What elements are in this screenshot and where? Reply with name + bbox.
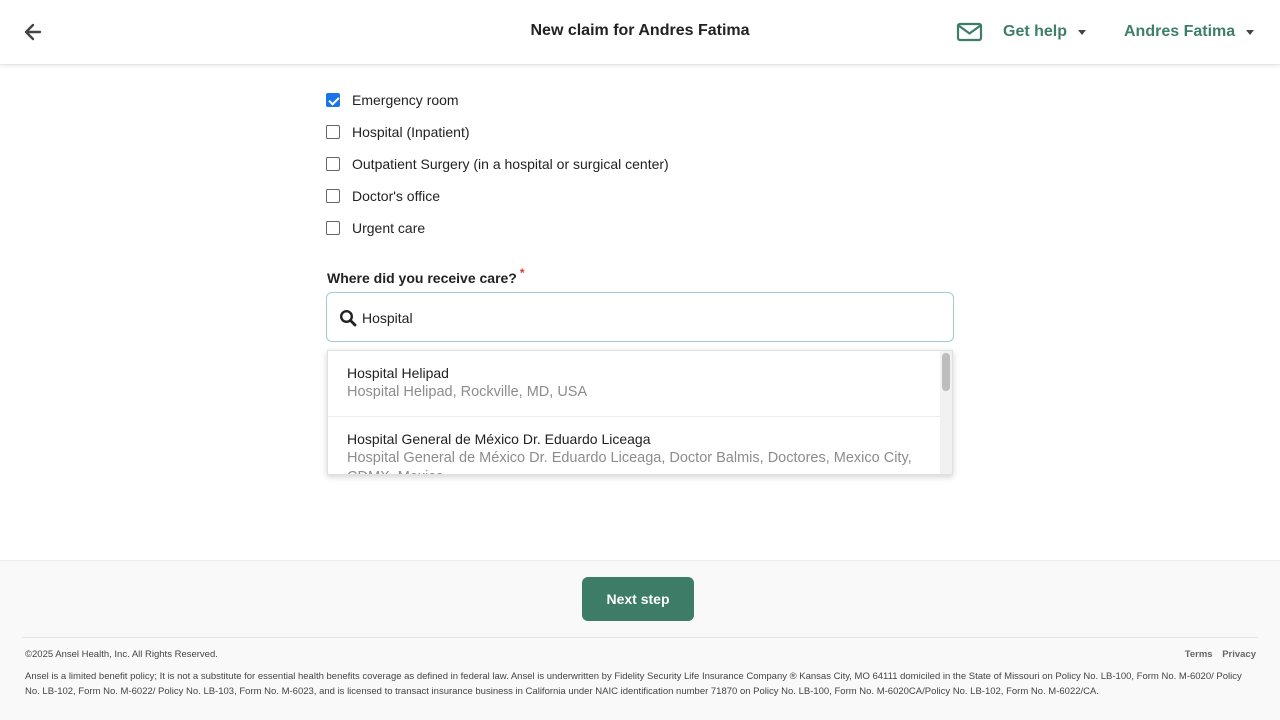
footer: Next step ©2025 Ansel Health, Inc. All R… bbox=[0, 560, 1280, 720]
footer-links: Terms Privacy bbox=[1178, 649, 1256, 660]
page-title: New claim for Andres Fatima bbox=[530, 22, 750, 39]
suggestion-item[interactable]: Hospital Helipad Hospital Helipad, Rockv… bbox=[328, 363, 942, 402]
care-type-hospital-inpatient[interactable]: Hospital (Inpatient) bbox=[326, 116, 669, 148]
location-suggestions-dropdown: Hospital Helipad Hospital Helipad, Rockv… bbox=[327, 350, 953, 475]
suggestion-name: Hospital General de México Dr. Eduardo L… bbox=[347, 431, 651, 447]
checkbox[interactable] bbox=[326, 221, 340, 235]
suggestion-name: Hospital Helipad bbox=[347, 365, 449, 381]
care-type-emergency-room[interactable]: Emergency room bbox=[326, 84, 669, 116]
care-type-outpatient-surgery[interactable]: Outpatient Surgery (in a hospital or sur… bbox=[326, 148, 669, 180]
divider bbox=[328, 416, 942, 417]
copyright-text: ©2025 Ansel Health, Inc. All Rights Rese… bbox=[25, 649, 218, 660]
location-search-input[interactable] bbox=[362, 305, 942, 331]
divider bbox=[22, 637, 1258, 638]
care-type-doctors-office[interactable]: Doctor's office bbox=[326, 180, 669, 212]
privacy-link[interactable]: Privacy bbox=[1222, 649, 1256, 660]
checkbox-label: Doctor's office bbox=[352, 188, 441, 204]
chevron-down-icon bbox=[1246, 29, 1255, 35]
next-step-button[interactable]: Next step bbox=[582, 577, 694, 621]
get-help-label: Get help bbox=[1003, 23, 1068, 40]
suggestion-address: Hospital Helipad, Rockville, MD, USA bbox=[347, 384, 588, 400]
scrollbar[interactable] bbox=[940, 351, 952, 474]
checkbox[interactable] bbox=[326, 189, 340, 203]
user-name: Andres Fatima bbox=[1124, 23, 1236, 40]
checkbox-label: Outpatient Surgery (in a hospital or sur… bbox=[352, 156, 669, 172]
suggestion-item[interactable]: Hospital General de México Dr. Eduardo L… bbox=[328, 429, 942, 474]
location-search-box[interactable] bbox=[326, 292, 954, 342]
suggestion-address: Hospital General de México Dr. Eduardo L… bbox=[347, 450, 912, 474]
care-type-list: Emergency room Hospital (Inpatient) Outp… bbox=[326, 84, 669, 244]
checkbox[interactable] bbox=[326, 125, 340, 139]
terms-link[interactable]: Terms bbox=[1185, 649, 1213, 660]
legal-disclaimer: Ansel is a limited benefit policy; It is… bbox=[25, 671, 1242, 697]
search-icon bbox=[339, 309, 357, 327]
scrollbar-thumb[interactable] bbox=[942, 353, 950, 391]
checkbox-label: Emergency room bbox=[352, 92, 459, 108]
back-arrow-icon[interactable] bbox=[22, 20, 44, 44]
required-mark: * bbox=[519, 266, 525, 280]
checkbox[interactable] bbox=[326, 93, 340, 107]
care-type-urgent-care[interactable]: Urgent care bbox=[326, 212, 669, 244]
checkbox-label: Urgent care bbox=[352, 220, 426, 236]
checkbox[interactable] bbox=[326, 157, 340, 171]
top-bar: New claim for Andres Fatima Get help And… bbox=[0, 0, 1280, 65]
location-label-text: Where did you receive care? bbox=[327, 270, 517, 286]
location-field-label: Where did you receive care? * bbox=[327, 266, 525, 286]
chevron-down-icon bbox=[1078, 29, 1087, 35]
user-menu[interactable]: Andres Fatima bbox=[1124, 21, 1255, 43]
mail-icon[interactable] bbox=[956, 20, 983, 44]
checkbox-label: Hospital (Inpatient) bbox=[352, 124, 470, 140]
get-help-menu[interactable]: Get help bbox=[1003, 21, 1087, 43]
